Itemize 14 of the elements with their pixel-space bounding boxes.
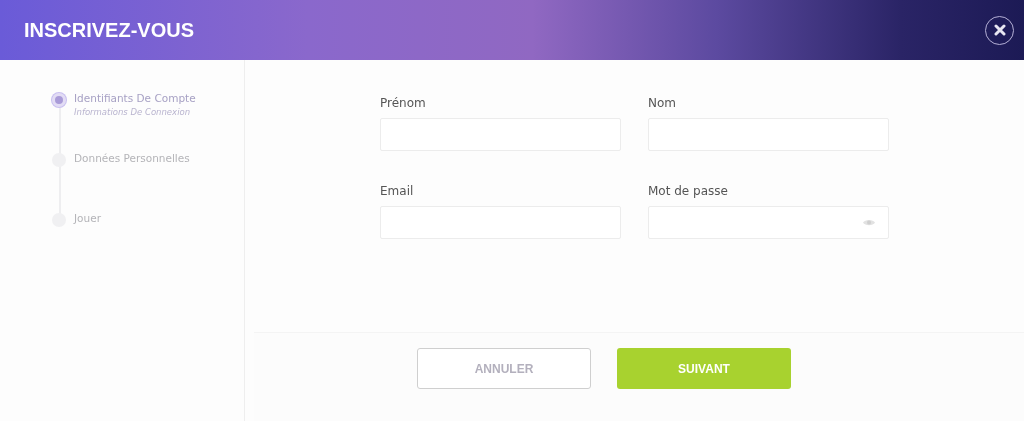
step-label[interactable]: Identifiants De Compte: [74, 92, 196, 104]
step-label[interactable]: Jouer: [74, 212, 101, 224]
cancel-button[interactable]: ANNULER: [417, 348, 591, 389]
eye-icon[interactable]: [862, 218, 876, 227]
window-title: INSCRIVEZ-VOUS: [24, 18, 195, 42]
field-label: Nom: [648, 96, 677, 110]
field-label: Prénom: [380, 96, 427, 110]
next-button[interactable]: SUIVANT: [617, 348, 791, 389]
field-label: Email: [380, 184, 415, 198]
step-subtitle: Informations De Connexion: [74, 107, 192, 117]
field-label: Mot de passe: [648, 184, 729, 198]
step-label[interactable]: Données Personnelles: [74, 152, 190, 164]
password-field[interactable]: [648, 206, 889, 239]
close-icon: [993, 24, 1006, 36]
